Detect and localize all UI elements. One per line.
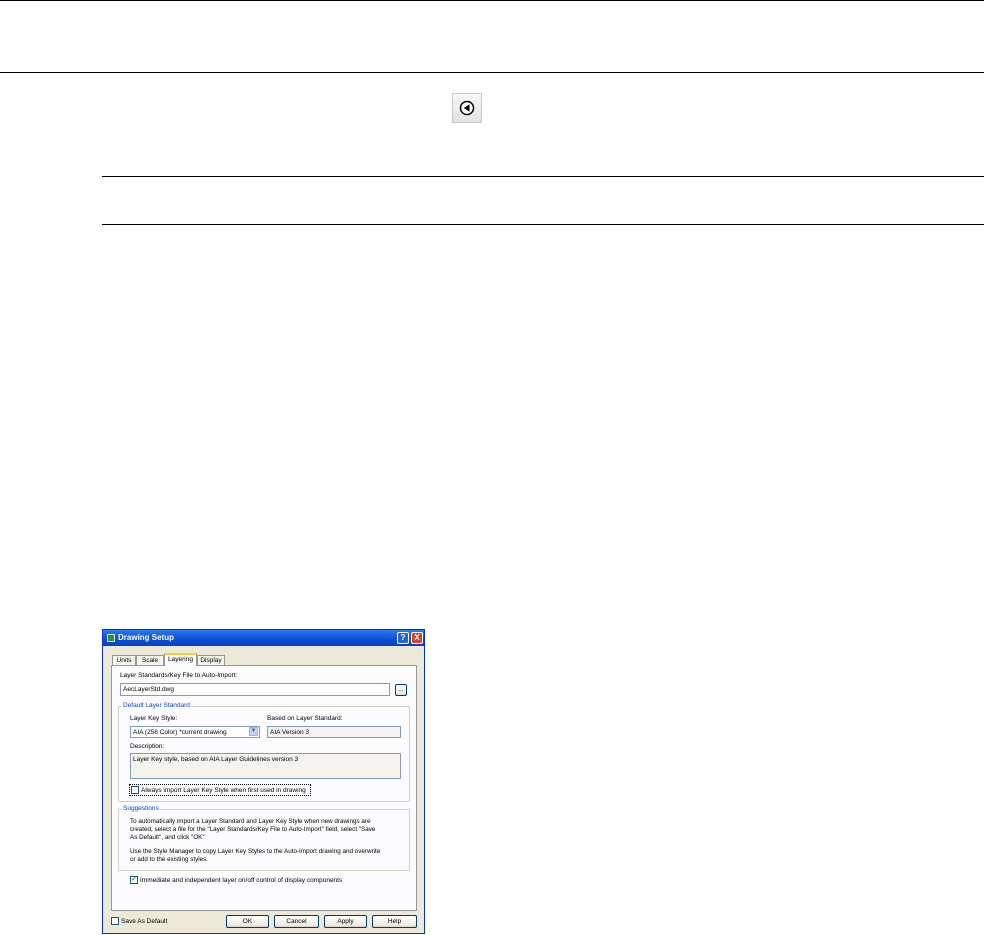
previous-button[interactable] [452, 93, 482, 123]
immediate-control-checkbox[interactable]: ✓ [130, 876, 138, 884]
drawing-setup-dialog: Drawing Setup ? X Units Scale Layering D… [102, 629, 425, 934]
description-label: Description: [130, 743, 165, 750]
section-rule-bottom [102, 224, 984, 225]
tab-units[interactable]: Units [112, 655, 136, 665]
immediate-control-label[interactable]: Immediate and independent layer on/off c… [140, 877, 342, 884]
header-rule [0, 72, 984, 73]
always-import-checkbox[interactable] [131, 786, 139, 794]
dialog-titlebar: Drawing Setup ? X [103, 630, 424, 646]
file-input[interactable]: AecLayerStd.dwg [120, 683, 390, 696]
cancel-button[interactable]: Cancel [274, 915, 319, 928]
suggestion-line: created, select a file for the "Layer St… [130, 826, 376, 833]
key-style-select[interactable]: AIA (256 Color) *current drawing [130, 726, 260, 738]
section-rule-top [102, 176, 984, 177]
suggestion-line: To automatically import a Layer Standard… [130, 818, 371, 825]
tab-layering[interactable]: Layering [164, 653, 197, 666]
ok-button[interactable]: OK [226, 915, 269, 928]
previous-arrow-icon [459, 100, 475, 116]
save-default-label[interactable]: Save As Default [121, 918, 167, 925]
tab-scale[interactable]: Scale [136, 655, 164, 665]
suggestion-line: Use the Style Manager to copy Layer Key … [130, 848, 381, 855]
default-layer-standard-legend: Default Layer Standard [122, 702, 191, 710]
apply-button[interactable]: Apply [324, 915, 367, 928]
save-default-checkbox[interactable] [111, 917, 119, 925]
file-label: Layer Standards/Key File to Auto-Import: [120, 672, 238, 679]
help-button[interactable]: Help [372, 915, 417, 928]
tab-display[interactable]: Display [197, 655, 225, 665]
dialog-title: Drawing Setup [118, 633, 175, 642]
suggestion-line: As Default", and click "OK" [130, 834, 205, 841]
suggestion-line: or add to the existing styles. [130, 856, 209, 863]
description-field: Layer Key style, based on AIA Layer Guid… [130, 753, 401, 779]
always-import-label[interactable]: Always import Layer Key Style when first… [141, 787, 306, 794]
key-style-label: Layer Key Style: [130, 715, 178, 722]
app-icon [107, 634, 115, 642]
based-on-label: Based on Layer Standard: [267, 715, 343, 722]
top-rule [0, 0, 984, 1]
close-icon[interactable]: X [411, 632, 423, 644]
help-icon[interactable]: ? [397, 632, 409, 644]
based-on-field: AIA Version 3 [267, 726, 401, 738]
suggestions-legend: Suggestions [122, 805, 160, 813]
chevron-down-icon[interactable]: ▼ [249, 727, 258, 736]
browse-button[interactable]: ... [395, 684, 407, 696]
